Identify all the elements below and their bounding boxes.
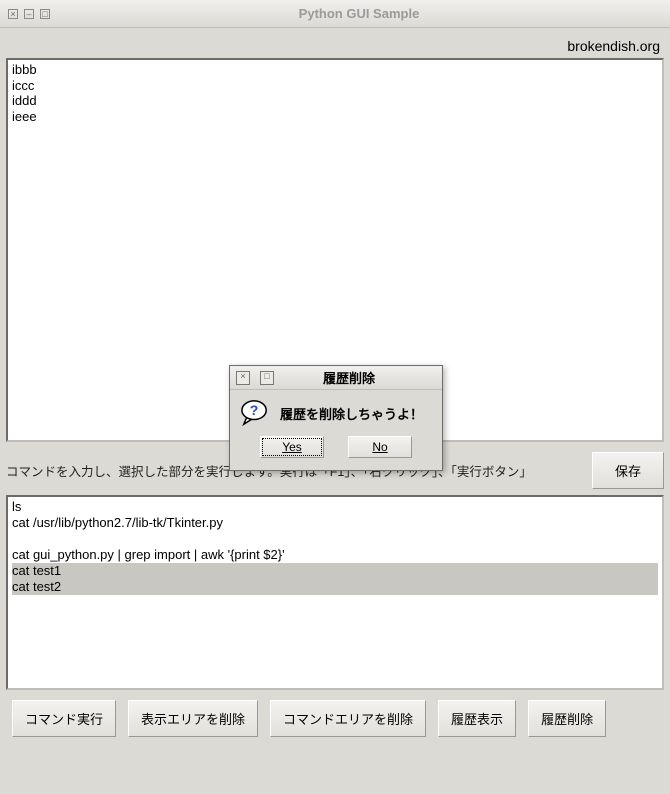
dialog-close-icon[interactable]: × — [236, 371, 250, 385]
clear-display-button[interactable]: 表示エリアを削除 — [128, 700, 258, 737]
close-icon[interactable]: × — [8, 9, 18, 19]
dialog-message: 履歴を削除しちゃうよ！ — [280, 404, 423, 423]
maximize-icon[interactable]: □ — [40, 9, 50, 19]
dialog-yes-button[interactable]: Yes — [260, 436, 324, 458]
command-line[interactable]: ls — [12, 499, 658, 515]
command-line[interactable]: cat test2 — [12, 579, 658, 595]
window-title: Python GUI Sample — [56, 6, 662, 21]
branding-label: brokendish.org — [6, 32, 664, 58]
command-line[interactable]: cat gui_python.py | grep import | awk '{… — [12, 547, 658, 563]
svg-text:?: ? — [250, 402, 259, 418]
command-line[interactable]: cat test1 — [12, 563, 658, 579]
command-textarea[interactable]: lscat /usr/lib/python2.7/lib-tk/Tkinter.… — [6, 495, 664, 690]
delete-history-button[interactable]: 履歴削除 — [528, 700, 606, 737]
dialog-maximize-icon[interactable]: □ — [260, 371, 274, 385]
command-line[interactable]: cat /usr/lib/python2.7/lib-tk/Tkinter.py — [12, 515, 658, 531]
run-command-button[interactable]: コマンド実行 — [12, 700, 116, 737]
dialog-titlebar[interactable]: × □ 履歴削除 — [230, 366, 442, 390]
dialog-no-button[interactable]: No — [348, 436, 412, 458]
command-line[interactable] — [12, 532, 658, 547]
confirm-dialog: × □ 履歴削除 ? 履歴を削除しちゃうよ！ Yes No — [229, 365, 443, 471]
show-history-button[interactable]: 履歴表示 — [438, 700, 516, 737]
window-titlebar: × – □ Python GUI Sample — [0, 0, 670, 28]
save-button[interactable]: 保存 — [592, 452, 664, 489]
dialog-title: 履歴削除 — [280, 368, 442, 387]
clear-command-button[interactable]: コマンドエリアを削除 — [270, 700, 426, 737]
minimize-icon[interactable]: – — [24, 9, 34, 19]
question-icon: ? — [240, 400, 270, 426]
